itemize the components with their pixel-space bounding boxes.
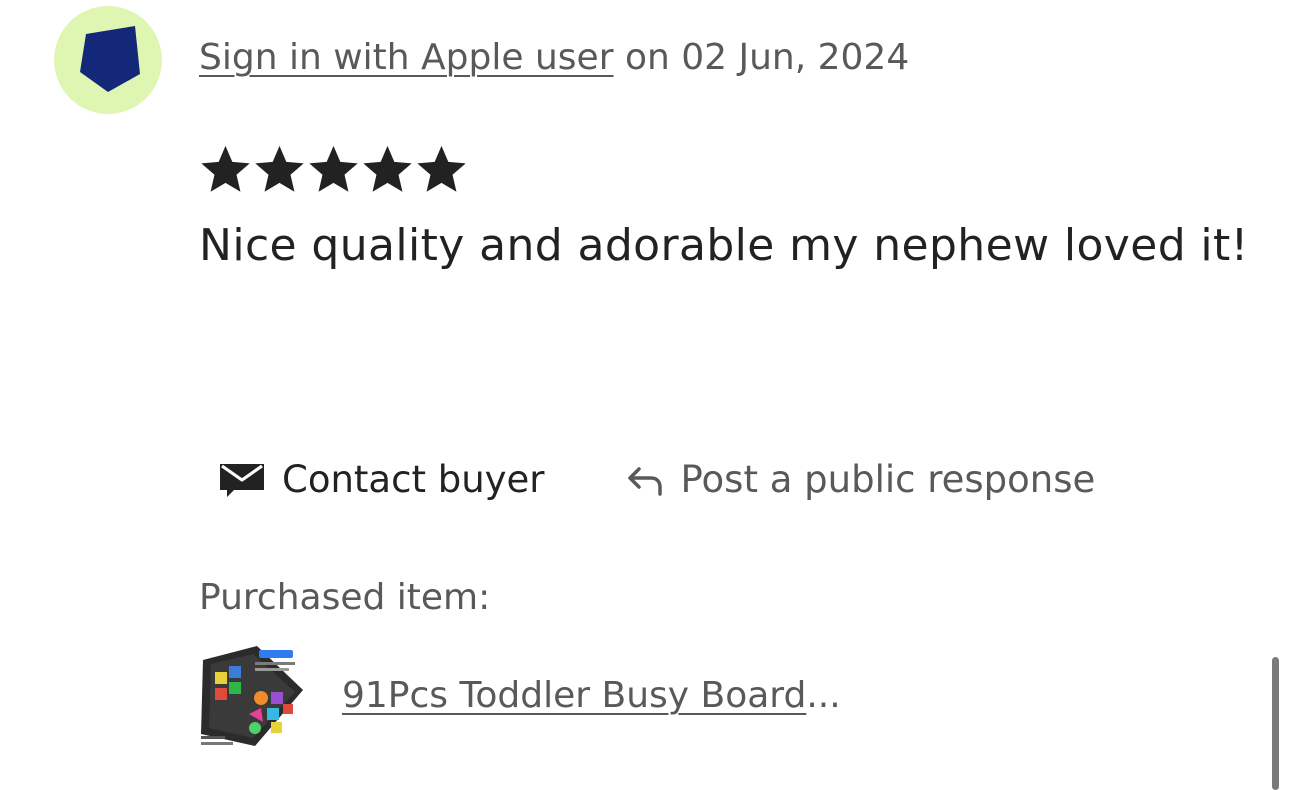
avatar: [54, 6, 162, 114]
reply-arrow-icon: [625, 463, 665, 497]
date-prefix: on: [613, 37, 682, 78]
envelope-icon: [218, 460, 266, 500]
review-text: Nice quality and adorable my nephew love…: [199, 220, 1249, 271]
post-public-response-button[interactable]: Post a public response: [625, 454, 1096, 506]
purchased-item-label: Purchased item:: [199, 577, 491, 618]
star-icon: [201, 145, 250, 192]
star-icon: [309, 145, 358, 192]
contact-buyer-label: Contact buyer: [282, 458, 545, 501]
post-public-response-label: Post a public response: [680, 458, 1096, 501]
item-thumbnail[interactable]: [197, 642, 307, 752]
item-title: 91Pcs Toddler Busy Board: [342, 675, 807, 716]
star-rating: [199, 142, 468, 196]
pentagon-avatar-icon: [80, 26, 140, 92]
review-date: 02 Jun, 2024: [681, 37, 910, 78]
review-byline: Sign in with Apple user on 02 Jun, 2024: [199, 34, 909, 82]
scrollbar[interactable]: [1272, 657, 1279, 790]
review-card: Sign in with Apple user on 02 Jun, 2024 …: [0, 0, 1290, 790]
author-link[interactable]: Sign in with Apple user: [199, 37, 614, 78]
item-title-ellipsis: ...: [806, 675, 841, 716]
star-icon: [255, 145, 304, 192]
review-actions: Contact buyer Post a public response: [218, 454, 1095, 506]
star-icon: [417, 145, 466, 192]
star-icon: [363, 145, 412, 192]
contact-buyer-button[interactable]: Contact buyer: [218, 454, 545, 506]
purchased-item-link[interactable]: 91Pcs Toddler Busy Board...: [342, 672, 841, 720]
